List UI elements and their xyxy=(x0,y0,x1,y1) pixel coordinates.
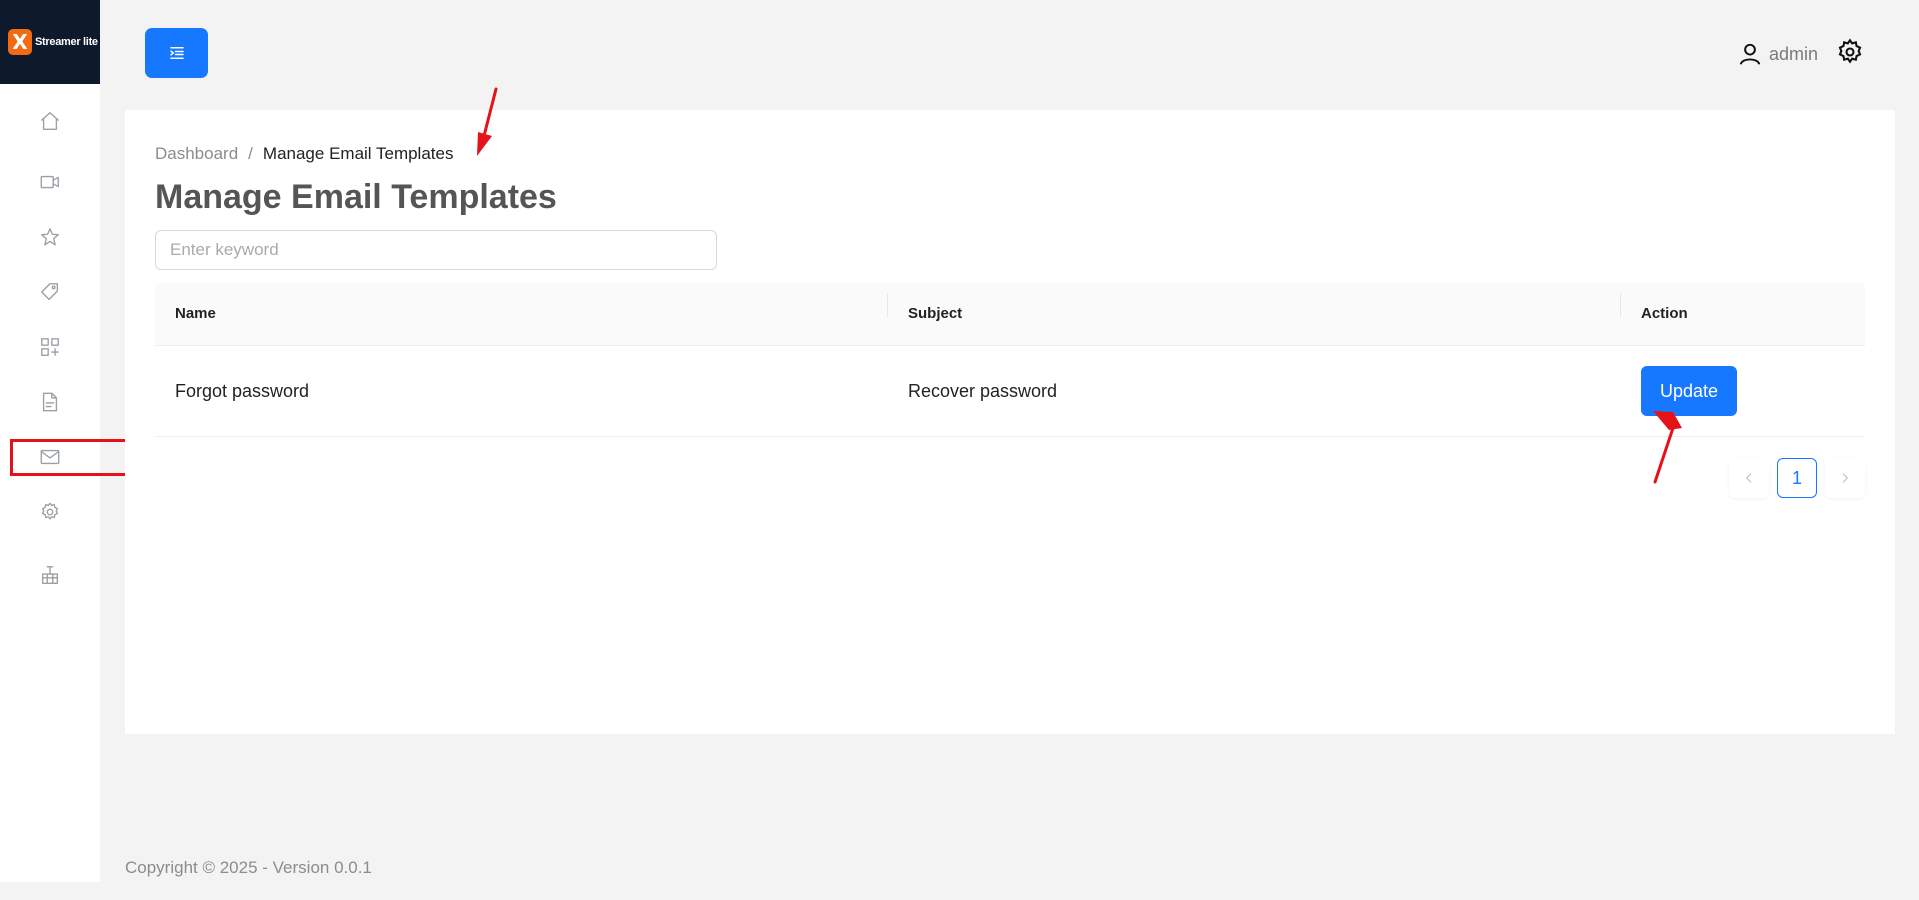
gear-icon xyxy=(41,502,59,520)
file-icon xyxy=(42,392,58,412)
sidebar-item-email-templates[interactable] xyxy=(0,437,100,477)
sidebar-item-home[interactable] xyxy=(0,101,100,141)
table-row: Forgot password Recover password Update xyxy=(155,346,1865,437)
column-header-subject-label: Subject xyxy=(908,305,963,322)
breadcrumb-separator: / xyxy=(248,144,253,163)
cell-name: Forgot password xyxy=(175,380,310,401)
logo-text: Streamer lite xyxy=(35,36,98,48)
sidebar-item-videos[interactable] xyxy=(0,162,100,202)
pagination: 1 xyxy=(1729,458,1865,498)
breadcrumb-dashboard[interactable]: Dashboard xyxy=(155,144,238,164)
sidebar-item-sitemap[interactable] xyxy=(0,555,100,595)
breadcrumb-current: Manage Email Templates xyxy=(262,144,454,163)
sidebar-item-favorites[interactable] xyxy=(0,217,100,257)
breadcrumb: Dashboard / Manage Email Templates xyxy=(155,144,453,164)
column-header-subject: Subject xyxy=(888,293,1621,322)
column-header-action: Action xyxy=(1621,305,1865,322)
settings-button[interactable] xyxy=(1836,38,1864,71)
menu-toggle-button[interactable] xyxy=(145,28,208,78)
video-icon xyxy=(40,175,59,189)
search-input[interactable] xyxy=(155,230,717,270)
header-actions: admin xyxy=(1737,38,1864,70)
footer-copyright: Copyright © 2025 - Version 0.0.1 xyxy=(125,858,372,877)
mail-icon xyxy=(40,449,60,465)
sidebar: X Streamer lite xyxy=(0,0,100,882)
page-title: Manage Email Templates xyxy=(155,178,557,216)
page-number-button[interactable]: 1 xyxy=(1777,458,1817,498)
app-logo[interactable]: X Streamer lite xyxy=(0,0,100,84)
column-header-action-label: Action xyxy=(1641,305,1688,322)
column-header-name-label: Name xyxy=(175,305,216,322)
cell-action: Update xyxy=(1621,366,1865,416)
logo-mark: X xyxy=(8,29,32,55)
column-header-name: Name xyxy=(155,293,888,322)
table-header: Name Subject Action xyxy=(155,282,1865,346)
chevron-right-icon xyxy=(1842,473,1849,483)
apps-icon xyxy=(41,338,59,356)
templates-table: Name Subject Action Forgot password Reco… xyxy=(155,282,1865,437)
home-icon xyxy=(41,112,59,130)
sitemap-icon xyxy=(41,566,59,584)
user-name: admin xyxy=(1768,43,1818,64)
prev-page-button[interactable] xyxy=(1729,458,1769,498)
tag-icon xyxy=(41,283,59,301)
user-icon xyxy=(1739,43,1761,65)
content-card: Dashboard / Manage Email Templates Manag… xyxy=(125,110,1895,734)
update-button[interactable]: Update xyxy=(1641,366,1737,416)
user-menu[interactable]: admin xyxy=(1737,41,1818,67)
menu-indent-icon xyxy=(169,47,184,59)
sidebar-item-settings[interactable] xyxy=(0,492,100,532)
chevron-left-icon xyxy=(1745,473,1752,483)
sidebar-item-tags[interactable] xyxy=(0,272,100,312)
gear-icon xyxy=(1838,38,1862,63)
sidebar-item-pages[interactable] xyxy=(0,382,100,422)
cell-subject: Recover password xyxy=(908,380,1058,401)
star-icon xyxy=(41,228,59,246)
sidebar-item-categories[interactable] xyxy=(0,327,100,367)
next-page-button[interactable] xyxy=(1825,458,1865,498)
